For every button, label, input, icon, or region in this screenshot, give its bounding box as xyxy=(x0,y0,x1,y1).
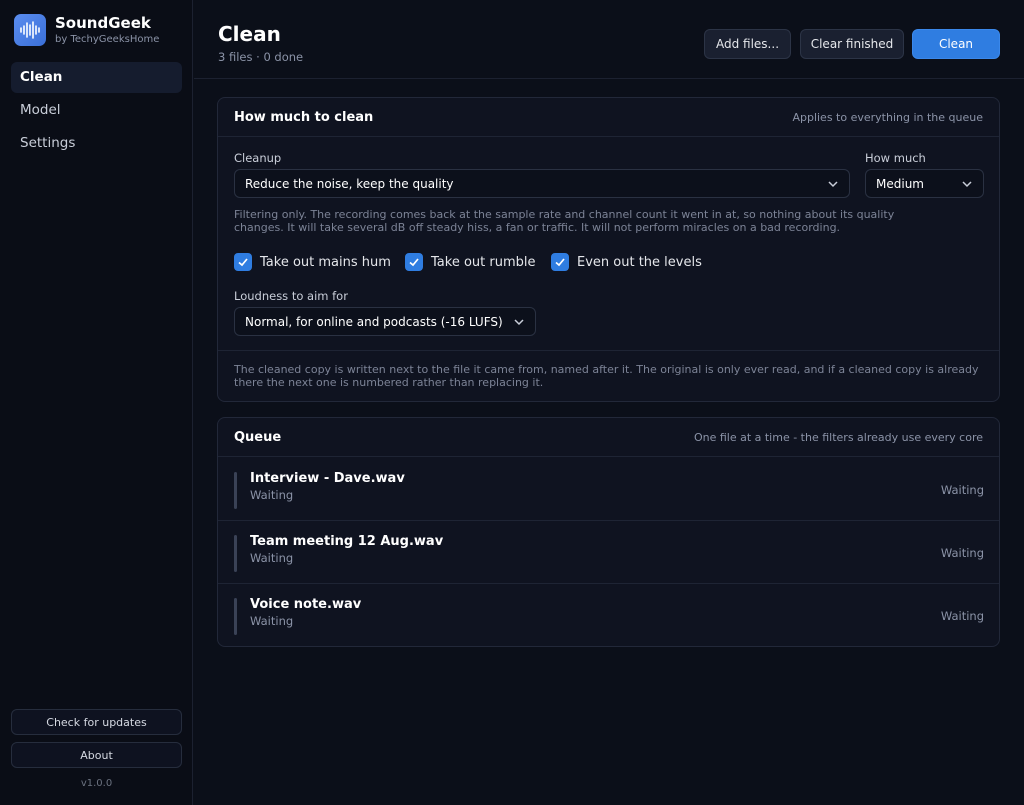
clean-button[interactable]: Clean xyxy=(912,29,1000,59)
panel-title: How much to clean xyxy=(234,109,374,125)
cleanup-select-value: Reduce the noise, keep the quality xyxy=(245,176,454,191)
status-badge: Waiting xyxy=(940,546,984,560)
file-name: Voice note.wav xyxy=(250,597,362,612)
app-subtitle: by TechyGeeksHome xyxy=(55,34,160,45)
checkmark-icon xyxy=(551,253,569,271)
sidebar-item-settings[interactable]: Settings xyxy=(11,128,182,159)
about-button[interactable]: About xyxy=(11,742,182,768)
file-name: Team meeting 12 Aug.wav xyxy=(250,534,444,549)
chevron-down-icon xyxy=(828,181,838,188)
status-indicator xyxy=(234,472,237,509)
brand: SoundGeek by TechyGeeksHome xyxy=(14,14,159,46)
queue-item[interactable]: Interview - Dave.wav Waiting Waiting xyxy=(218,458,999,521)
loudness-select-value: Normal, for online and podcasts (-16 LUF… xyxy=(245,314,503,329)
checkmark-icon xyxy=(405,253,423,271)
sidebar-item-model[interactable]: Model xyxy=(11,95,182,126)
page-title: Clean xyxy=(218,22,281,46)
cleanup-label: Cleanup xyxy=(234,151,282,165)
even-levels-checkbox[interactable]: Even out the levels xyxy=(551,253,702,271)
loudness-select[interactable]: Normal, for online and podcasts (-16 LUF… xyxy=(234,307,536,336)
how-much-select-value: Medium xyxy=(876,176,924,191)
waveform-icon xyxy=(14,14,46,46)
version-label: v1.0.0 xyxy=(80,778,113,789)
sidebar-item-clean[interactable]: Clean xyxy=(11,62,182,93)
status-badge: Waiting xyxy=(940,483,984,497)
queue-panel: Queue One file at a time - the filters a… xyxy=(217,417,1000,647)
output-description: The cleaned copy is written next to the … xyxy=(234,363,979,389)
add-files-button[interactable]: Add files... xyxy=(704,29,791,59)
queue-item[interactable]: Team meeting 12 Aug.wav Waiting Waiting xyxy=(218,521,999,584)
sidebar-nav: Clean Model Settings xyxy=(11,62,182,161)
file-progress-text: Waiting xyxy=(250,614,294,628)
how-much-select[interactable]: Medium xyxy=(865,169,984,198)
page-subtitle: 3 files · 0 done xyxy=(218,50,304,64)
panel-title: Queue xyxy=(234,429,282,445)
rumble-checkbox[interactable]: Take out rumble xyxy=(405,253,535,271)
check-for-updates-button[interactable]: Check for updates xyxy=(11,709,182,735)
cleanup-settings-panel: How much to clean Applies to everything … xyxy=(217,97,1000,402)
file-progress-text: Waiting xyxy=(250,551,294,565)
chevron-down-icon xyxy=(514,319,524,326)
queue-item[interactable]: Voice note.wav Waiting Waiting xyxy=(218,584,999,647)
loudness-label: Loudness to aim for xyxy=(234,289,348,303)
status-indicator xyxy=(234,535,237,572)
panel-hint: One file at a time - the filters already… xyxy=(693,430,983,444)
file-name: Interview - Dave.wav xyxy=(250,471,405,486)
mains-hum-checkbox[interactable]: Take out mains hum xyxy=(234,253,391,271)
sidebar: SoundGeek by TechyGeeksHome Clean Model … xyxy=(0,0,193,805)
file-progress-text: Waiting xyxy=(250,488,294,502)
cleanup-description: Filtering only. The recording comes back… xyxy=(234,208,895,234)
status-badge: Waiting xyxy=(940,609,984,623)
page-header: Clean 3 files · 0 done Add files... Clea… xyxy=(194,0,1024,79)
panel-hint: Applies to everything in the queue xyxy=(792,110,983,124)
clear-finished-button[interactable]: Clear finished xyxy=(800,29,904,59)
app-name: SoundGeek xyxy=(55,14,151,32)
checkmark-icon xyxy=(234,253,252,271)
cleanup-select[interactable]: Reduce the noise, keep the quality xyxy=(234,169,850,198)
status-indicator xyxy=(234,598,237,635)
chevron-down-icon xyxy=(962,181,972,188)
divider xyxy=(218,350,999,351)
how-much-label: How much xyxy=(865,151,926,165)
